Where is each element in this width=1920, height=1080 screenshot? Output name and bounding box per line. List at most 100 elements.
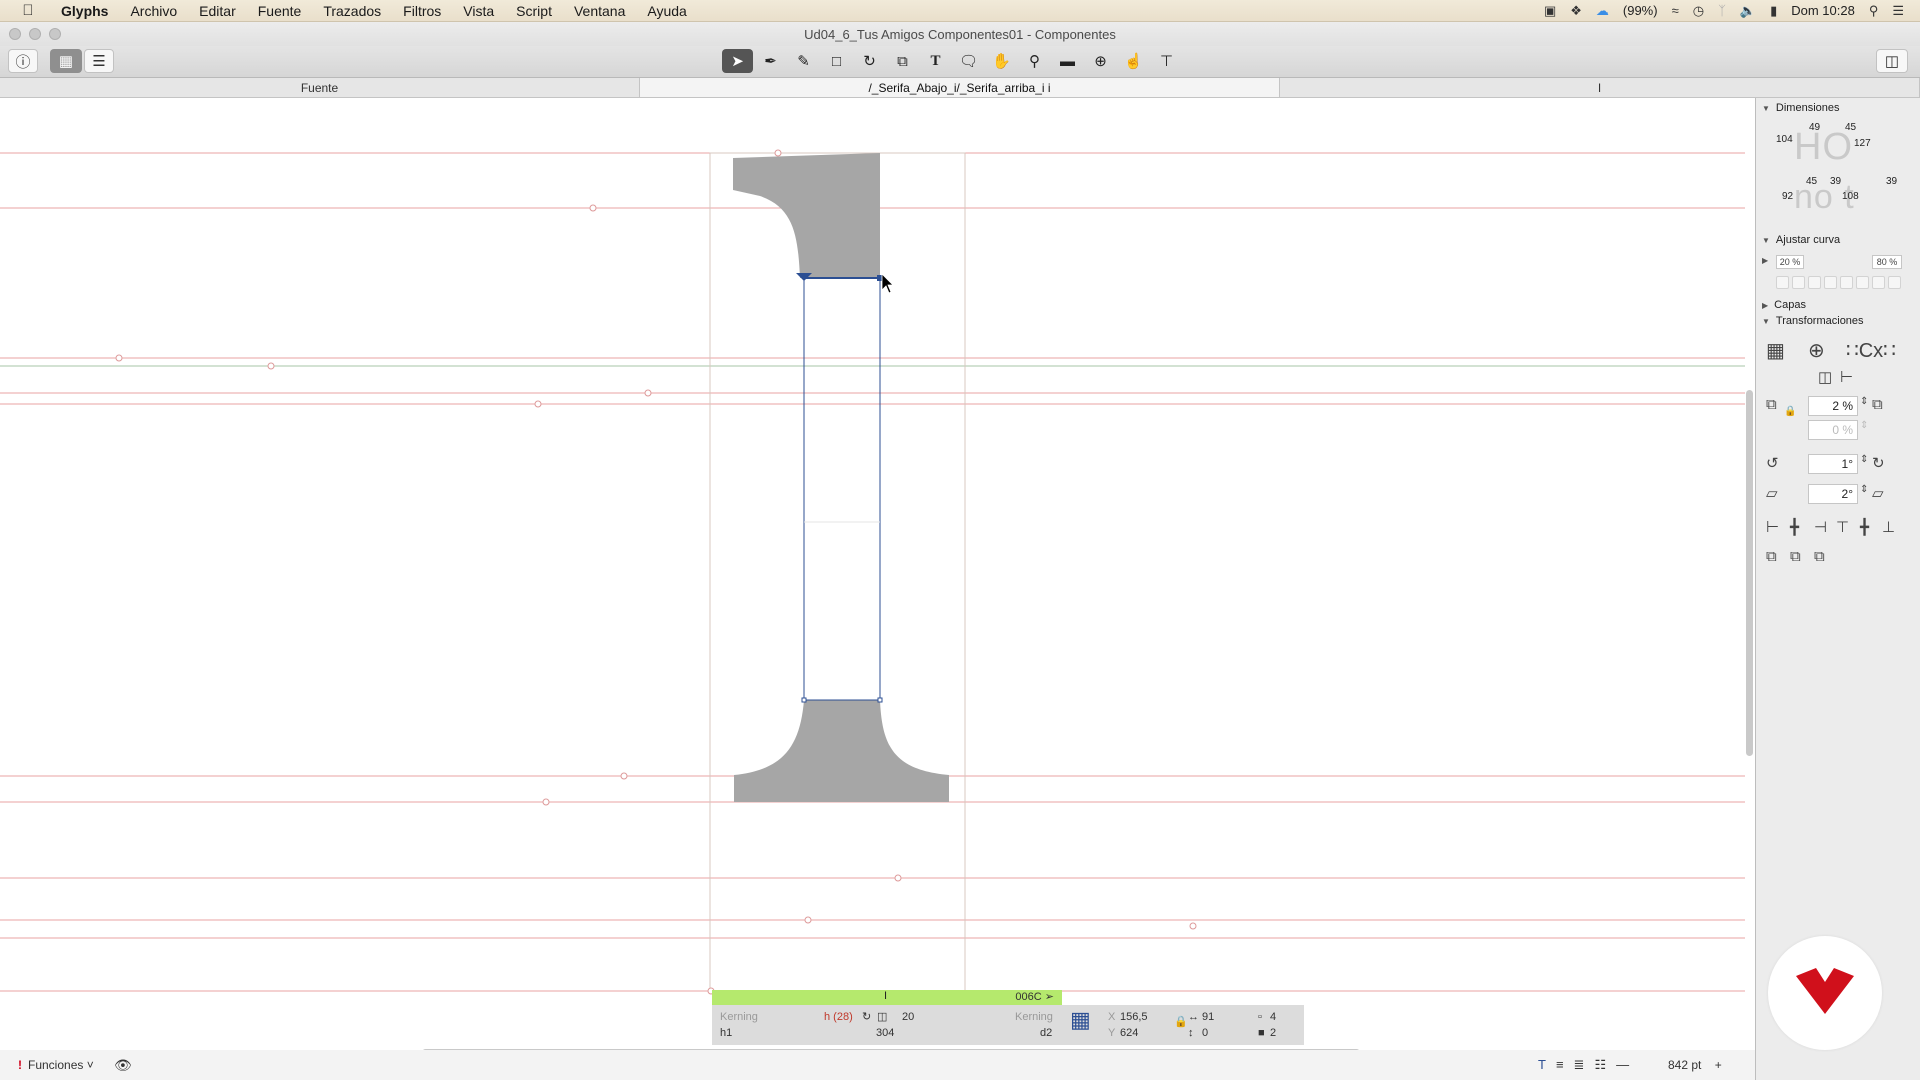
curve-min-field[interactable]: 20 % [1776,255,1804,269]
curve-preset-button[interactable] [1776,276,1789,289]
left-metric-key[interactable]: h (28) [824,1011,853,1023]
zoom-tool[interactable]: ⚲ [1019,49,1050,73]
section-dimensiones[interactable]: ▼ Dimensiones [1762,102,1840,114]
guide-handle[interactable] [542,798,550,806]
select-tool[interactable]: ➤ [722,49,753,73]
spotlight-search-icon[interactable]: ⚲ [1869,3,1879,19]
guide-handle[interactable] [774,149,782,157]
cloud-icon[interactable]: ☁ [1596,3,1609,19]
stepper-icon[interactable]: ⇕ [1860,396,1868,407]
tab-fuente[interactable]: Fuente [0,78,640,97]
curve-preset-button[interactable] [1872,276,1885,289]
curve-preset-button[interactable] [1824,276,1837,289]
menu-vista[interactable]: Vista [452,3,505,19]
union-icon[interactable]: ⧉ [1766,548,1777,565]
rotate-cw-icon[interactable]: ↻ [1872,454,1885,472]
sidebar-toggle-button[interactable]: ◫ [1876,49,1908,73]
menu-script[interactable]: Script [505,3,563,19]
dim-value[interactable]: 39 [1830,176,1841,187]
align-middle-icon[interactable]: ╋ [1860,518,1869,536]
path-node[interactable] [877,697,883,703]
crosshair-icon[interactable]: ⊕ [1808,338,1825,363]
annotation-tool[interactable]: 🗨 [953,49,984,73]
width-value[interactable]: 20 [902,1011,914,1023]
list-view-button[interactable]: ☰ [84,49,114,73]
section-capas[interactable]: ▶ Capas [1762,299,1806,311]
stepper-icon[interactable]: ⇕ [1860,484,1868,495]
serif-bottom-component[interactable] [734,700,949,802]
subtract-icon[interactable]: ⧉ [1790,548,1801,565]
dropbox-icon[interactable]: ❖ [1570,3,1582,19]
component-tool[interactable]: ⊤ [1151,49,1182,73]
zoom-in-icon[interactable]: + [1715,1058,1722,1072]
tab-edit-string[interactable]: /_Serifa_Abajo_i/_Serifa_arriba_i i [640,78,1280,97]
tab-glyph-i[interactable]: I [1280,78,1920,97]
vertical-scrollbar[interactable] [1746,390,1753,756]
pencil-tool[interactable]: ✎ [788,49,819,73]
scale-vertical-field[interactable]: 0 % [1808,420,1858,440]
draw-tool[interactable]: ✒ [755,49,786,73]
advance-width[interactable]: 304 [876,1027,894,1039]
guide-handle[interactable] [589,204,597,212]
apple-icon[interactable]:  [18,2,38,19]
stepper-icon[interactable]: ⇕ [1860,420,1868,431]
rotate-tool[interactable]: ↻ [854,49,885,73]
bluetooth-icon[interactable]: ᛉ [1718,3,1726,18]
transform-origin-grid-icon[interactable]: ∷Cx∷ [1846,338,1896,363]
arrow-right-circle-icon[interactable]: ➢ [1045,991,1054,1003]
dim-value[interactable]: 104 [1776,134,1793,145]
dim-value[interactable]: 45 [1806,176,1817,187]
selection-height[interactable]: 0 [1202,1027,1208,1039]
guide-handle[interactable] [894,874,902,882]
dim-value[interactable]: 127 [1854,138,1871,149]
guide-handle[interactable] [267,362,275,370]
edit-canvas[interactable] [0,98,1745,1050]
selection-width[interactable]: 91 [1202,1011,1214,1023]
guide-handle[interactable] [534,400,542,408]
guide-handle[interactable] [620,772,628,780]
slant-field[interactable]: 2° [1808,484,1858,504]
align-top-icon[interactable]: ⊤ [1836,518,1849,536]
menu-filtros[interactable]: Filtros [392,3,452,19]
dim-value[interactable]: 45 [1845,122,1856,133]
zoom-out-icon[interactable]: — [1616,1057,1629,1073]
section-ajustar-curva[interactable]: ▼ Ajustar curva [1762,234,1840,246]
glyph-editor-view[interactable] [0,98,1745,1050]
disclosure-right-icon[interactable]: ▶ [1762,256,1768,265]
dim-value[interactable]: 108 [1842,191,1859,202]
guide-handle[interactable] [804,916,812,924]
align-bottom-icon[interactable]: ⊥ [1882,518,1895,536]
dim-value[interactable]: 49 [1809,122,1820,133]
scale-field[interactable]: 2 % [1808,396,1858,416]
width-lock-icon[interactable]: ◫ [877,1010,887,1023]
guide-handle[interactable] [115,354,123,362]
curve-preset-button[interactable] [1856,276,1869,289]
text-tool[interactable]: T [920,49,951,73]
align-right-icon[interactable]: ≣ [1574,1057,1585,1073]
shape-tool[interactable]: □ [821,49,852,73]
link-metrics-icon[interactable]: ↻ [862,1010,871,1023]
path-node[interactable] [801,697,807,703]
scale-icon[interactable]: ⧉ [1766,396,1777,413]
transform-origin-icon[interactable]: ▦ [1070,1007,1091,1033]
time-machine-icon[interactable]: ◷ [1693,3,1704,19]
section-transformaciones[interactable]: ▼ Transformaciones [1762,315,1864,327]
scale-tool[interactable]: ⧉ [887,49,918,73]
lock-icon[interactable]: 🔒 [1174,1015,1188,1028]
lock-icon[interactable]: 🔒 [1784,406,1796,417]
stem-path[interactable] [803,277,881,701]
menu-ventana[interactable]: Ventana [563,3,636,19]
info-button[interactable]: ⓘ [8,49,38,73]
text-tool-icon[interactable]: T [1538,1057,1546,1073]
curve-preset-button[interactable] [1840,276,1853,289]
curve-preset-button[interactable] [1792,276,1805,289]
measure-tool[interactable]: ▬ [1052,49,1083,73]
align-center-icon[interactable]: ╋ [1790,518,1799,536]
slant-right-icon[interactable]: ▱ [1872,484,1884,502]
menubar-clock[interactable]: Dom 10:28 [1791,3,1855,18]
left-kerning-group[interactable]: h1 [720,1027,732,1039]
guide-handle[interactable] [644,389,652,397]
right-kerning-group[interactable]: d2 [1040,1027,1052,1039]
serif-top-component[interactable] [733,153,880,278]
glyph-name-bar[interactable]: I 006C ➢ [712,990,1062,1005]
